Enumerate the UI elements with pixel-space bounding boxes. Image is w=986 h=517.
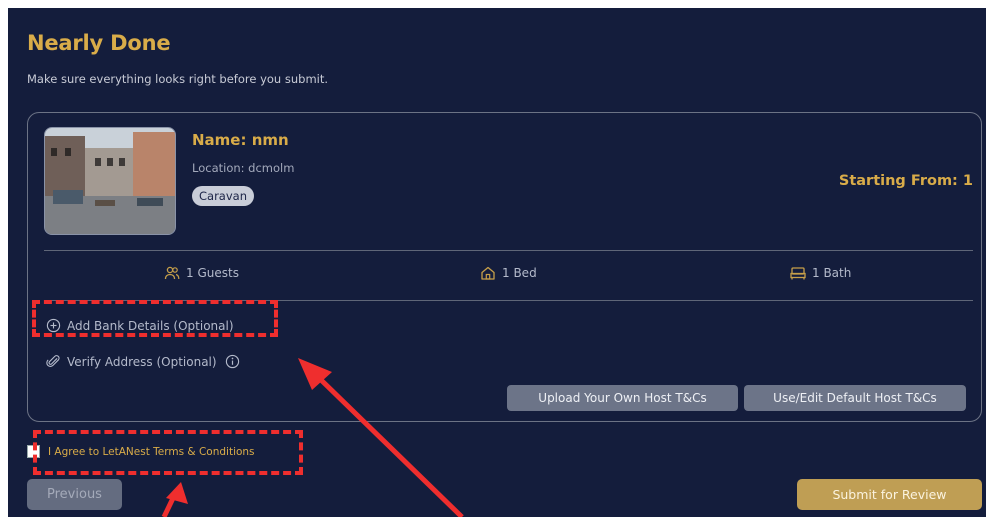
annotation-arrow-line [316, 375, 464, 517]
annotation-arrows [161, 358, 464, 517]
